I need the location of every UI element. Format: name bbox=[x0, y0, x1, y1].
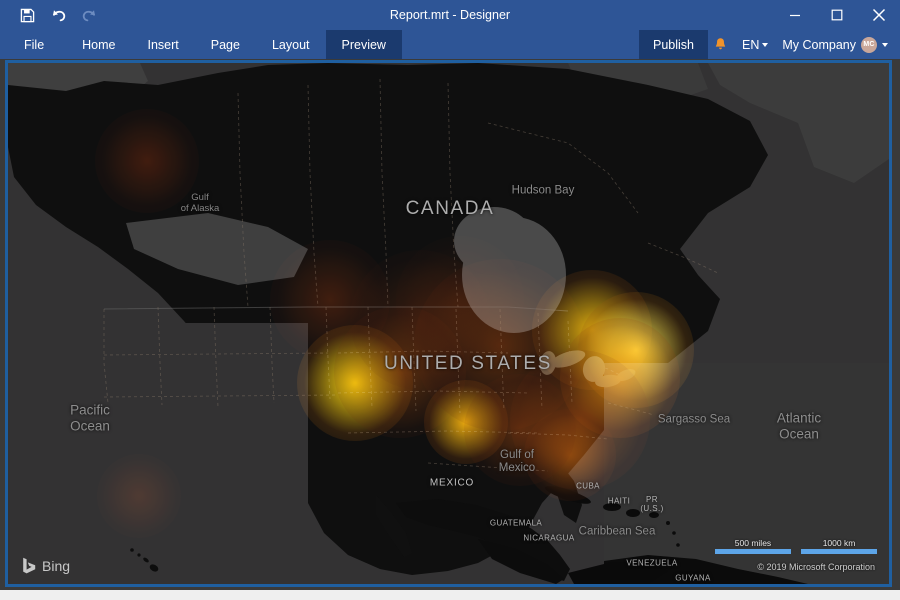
menu-bar: File Home Insert Page Layout Preview Pub… bbox=[0, 30, 900, 59]
account-name: My Company bbox=[782, 37, 856, 52]
maximize-icon bbox=[831, 9, 843, 21]
bing-logo[interactable]: Bing bbox=[22, 557, 70, 574]
water-pacific-ocean bbox=[8, 323, 308, 584]
close-icon bbox=[872, 8, 886, 22]
avatar: MC bbox=[861, 36, 877, 53]
minimize-button[interactable] bbox=[774, 0, 816, 30]
maximize-button[interactable] bbox=[816, 0, 858, 30]
title-bar: Report.mrt - Designer bbox=[0, 0, 900, 30]
map-report-element[interactable]: Gulf of Alaska CANADA Hudson Bay UNITED STA… bbox=[5, 60, 892, 587]
bing-logo-text: Bing bbox=[42, 557, 71, 574]
menu-items: File Home Insert Page Layout Preview bbox=[0, 30, 402, 59]
map-viewport[interactable]: Gulf of Alaska CANADA Hudson Bay UNITED STA… bbox=[8, 63, 889, 584]
landmass-colombia bbox=[568, 561, 668, 584]
notifications-button[interactable] bbox=[708, 30, 734, 59]
menu-item-layout[interactable]: Layout bbox=[256, 30, 326, 59]
language-selector[interactable]: EN bbox=[734, 30, 776, 59]
publish-button[interactable]: Publish bbox=[638, 30, 708, 59]
bing-logo-icon bbox=[23, 557, 36, 574]
menu-bar-right: Publish EN My Company MC bbox=[638, 30, 900, 59]
menu-item-page[interactable]: Page bbox=[195, 30, 256, 59]
minimize-icon bbox=[790, 14, 800, 17]
redo-button bbox=[78, 4, 100, 26]
save-icon bbox=[20, 8, 34, 22]
menu-item-preview[interactable]: Preview bbox=[325, 30, 402, 59]
status-strip bbox=[0, 590, 900, 600]
designer-window: Report.mrt - Designer File Home Insert P… bbox=[0, 0, 900, 600]
water-hudson-bay-north bbox=[454, 207, 534, 275]
water-atlantic-ocean bbox=[604, 363, 889, 584]
menu-item-file[interactable]: File bbox=[0, 30, 66, 59]
account-menu[interactable]: My Company MC bbox=[776, 30, 892, 59]
close-button[interactable] bbox=[858, 0, 900, 30]
window-controls bbox=[774, 0, 900, 30]
language-label: EN bbox=[741, 37, 760, 52]
window-title: Report.mrt - Designer bbox=[389, 8, 511, 22]
preview-work-area: Gulf of Alaska CANADA Hudson Bay UNITED STA… bbox=[0, 59, 900, 600]
redo-icon bbox=[82, 9, 95, 21]
chevron-down-icon bbox=[762, 42, 769, 47]
undo-button[interactable] bbox=[47, 4, 69, 26]
quick-access-toolbar bbox=[0, 4, 100, 26]
chevron-down-icon bbox=[882, 42, 888, 47]
undo-icon bbox=[52, 9, 65, 21]
menu-item-home[interactable]: Home bbox=[66, 30, 131, 59]
menu-item-insert[interactable]: Insert bbox=[132, 30, 195, 59]
save-button[interactable] bbox=[16, 4, 38, 26]
map-landmasses bbox=[8, 63, 889, 584]
bell-icon bbox=[716, 38, 726, 50]
